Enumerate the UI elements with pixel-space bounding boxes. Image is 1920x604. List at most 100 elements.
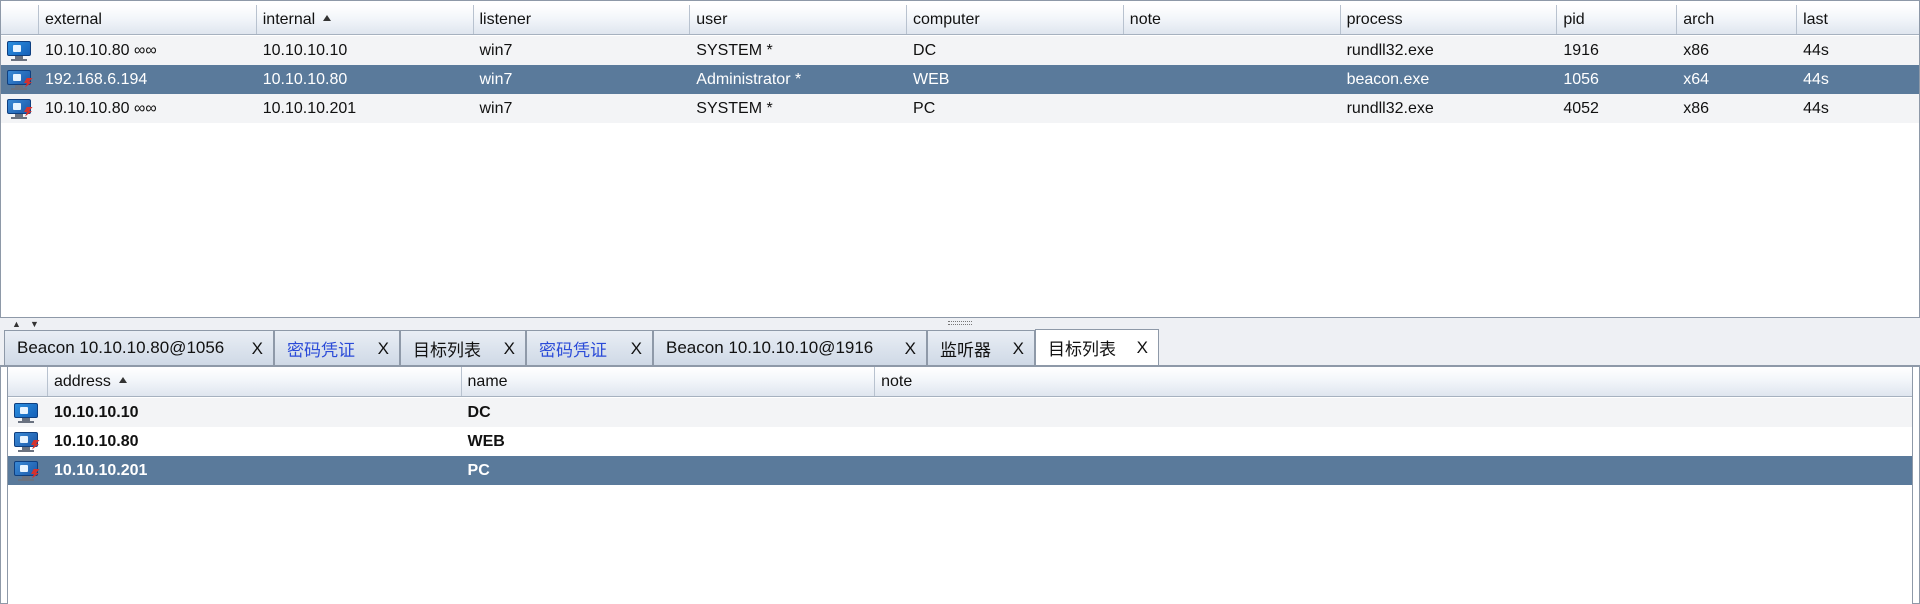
- tab-close-button[interactable]: X: [1137, 330, 1148, 365]
- target-row[interactable]: 10.10.10.80 WEB: [8, 427, 1912, 456]
- tab-label: 监听器: [940, 340, 991, 360]
- header-arch[interactable]: arch: [1677, 5, 1798, 34]
- cell-note: [1124, 65, 1341, 94]
- windows-monitor-icon: [14, 402, 38, 423]
- tab-close-button[interactable]: X: [252, 331, 263, 366]
- header-last[interactable]: last: [1797, 5, 1919, 34]
- header-note[interactable]: note: [1124, 5, 1341, 34]
- cell-computer: DC: [913, 42, 937, 59]
- collapse-up-arrow-icon[interactable]: ▲: [12, 320, 21, 329]
- cell-pid: 1056: [1563, 71, 1599, 88]
- header-pid-label: pid: [1563, 11, 1585, 28]
- tab-label: 密码凭证: [287, 340, 355, 360]
- pane-splitter[interactable]: ▲ ▼: [0, 318, 1920, 330]
- header-listener[interactable]: listener: [474, 5, 691, 34]
- header-user-label: user: [696, 11, 728, 28]
- targets-panel: address name note 10.10.10.10 DC 10.10.1…: [0, 366, 1920, 604]
- header-external-label: external: [44, 11, 102, 28]
- header-process[interactable]: process: [1341, 5, 1558, 34]
- sessions-table: external internal listener user computer…: [0, 0, 1920, 318]
- cell-listener: win7: [479, 42, 513, 59]
- header-user[interactable]: user: [690, 5, 908, 34]
- tab-credentials[interactable]: 密码凭证 X: [274, 330, 400, 365]
- target-row-selected[interactable]: 10.10.10.201 PC: [8, 456, 1912, 485]
- cell-last: 44s: [1803, 71, 1829, 88]
- cell-process: rundll32.exe: [1346, 100, 1434, 117]
- header-icon-column[interactable]: [8, 367, 48, 396]
- header-last-label: last: [1803, 11, 1828, 28]
- splitter-grip-icon[interactable]: [948, 321, 972, 325]
- compromised-monitor-icon: [14, 431, 40, 452]
- session-row[interactable]: 10.10.10.80 ∞∞ 10.10.10.201 win7 SYSTEM …: [1, 94, 1919, 123]
- cell-internal: 10.10.10.80: [262, 71, 348, 88]
- header-address-label: address: [53, 373, 111, 390]
- header-process-label: process: [1346, 11, 1403, 28]
- cell-arch: x64: [1683, 71, 1709, 88]
- target-row[interactable]: 10.10.10.10 DC: [8, 398, 1912, 427]
- sort-ascending-icon: [323, 15, 332, 21]
- cell-arch: x86: [1683, 42, 1709, 59]
- header-computer[interactable]: computer: [907, 5, 1124, 34]
- header-pid[interactable]: pid: [1557, 5, 1678, 34]
- cell-user: Administrator *: [696, 71, 802, 88]
- header-note[interactable]: note: [875, 367, 1912, 396]
- header-internal[interactable]: internal: [257, 5, 474, 34]
- sort-ascending-icon: [118, 377, 127, 383]
- tab-targets[interactable]: 目标列表 X: [400, 330, 526, 365]
- header-external[interactable]: external: [39, 5, 257, 34]
- tab-close-button[interactable]: X: [905, 331, 916, 366]
- cell-last: 44s: [1803, 100, 1829, 117]
- cell-user: SYSTEM *: [696, 42, 773, 59]
- cell-name: DC: [467, 404, 491, 421]
- session-row[interactable]: 10.10.10.80 ∞∞ 10.10.10.10 win7 SYSTEM *…: [1, 36, 1919, 65]
- compromised-monitor-icon: [7, 98, 33, 119]
- cell-address: 10.10.10.80: [53, 433, 139, 450]
- cell-pid: 4052: [1563, 100, 1599, 117]
- tab-beacon-10[interactable]: Beacon 10.10.10.10@1916 X: [653, 330, 927, 365]
- sessions-header: external internal listener user computer…: [1, 5, 1919, 35]
- tab-close-button[interactable]: X: [378, 331, 389, 366]
- cell-note: [1124, 94, 1341, 123]
- cell-listener: win7: [479, 100, 513, 117]
- cell-process: beacon.exe: [1346, 71, 1430, 88]
- cell-process: rundll32.exe: [1346, 42, 1434, 59]
- tab-close-button[interactable]: X: [504, 331, 515, 366]
- cell-name: PC: [467, 462, 490, 479]
- cell-internal: 10.10.10.201: [262, 100, 357, 117]
- cell-address: 10.10.10.201: [53, 462, 148, 479]
- tab-label: Beacon 10.10.10.80@1056: [17, 338, 225, 357]
- collapse-down-arrow-icon[interactable]: ▼: [30, 320, 39, 329]
- header-internal-label: internal: [262, 11, 316, 28]
- cell-note: [875, 456, 1912, 485]
- header-note-label: note: [881, 373, 913, 390]
- cell-last: 44s: [1803, 42, 1829, 59]
- header-address[interactable]: address: [48, 367, 462, 396]
- cell-address: 10.10.10.10: [53, 404, 139, 421]
- header-note-label: note: [1129, 11, 1161, 28]
- cell-arch: x86: [1683, 100, 1709, 117]
- cell-internal: 10.10.10.10: [262, 42, 348, 59]
- cell-computer: WEB: [913, 71, 950, 88]
- header-icon-column[interactable]: [1, 5, 39, 34]
- cell-user: SYSTEM *: [696, 100, 773, 117]
- cell-pid: 1916: [1563, 42, 1599, 59]
- tab-label: 目标列表: [413, 340, 481, 360]
- cell-external: 192.168.6.194: [44, 71, 148, 88]
- tab-label: Beacon 10.10.10.10@1916: [666, 338, 874, 357]
- cell-external: 10.10.10.80 ∞∞: [44, 100, 157, 117]
- tab-beacon-80[interactable]: Beacon 10.10.10.80@1056 X: [4, 330, 274, 365]
- header-listener-label: listener: [479, 11, 532, 28]
- cell-note: [875, 427, 1912, 456]
- tab-targets-active[interactable]: 目标列表 X: [1035, 329, 1159, 365]
- tab-close-button[interactable]: X: [1013, 331, 1024, 366]
- tab-close-button[interactable]: X: [631, 331, 642, 366]
- cell-external: 10.10.10.80 ∞∞: [44, 42, 157, 59]
- cell-listener: win7: [479, 71, 513, 88]
- header-arch-label: arch: [1683, 11, 1715, 28]
- session-row-selected[interactable]: 192.168.6.194 10.10.10.80 win7 Administr…: [1, 65, 1919, 94]
- header-name[interactable]: name: [462, 367, 876, 396]
- tab-label: 密码凭证: [539, 340, 607, 360]
- tab-credentials[interactable]: 密码凭证 X: [526, 330, 653, 365]
- header-computer-label: computer: [913, 11, 980, 28]
- tab-listeners[interactable]: 监听器 X: [927, 330, 1035, 365]
